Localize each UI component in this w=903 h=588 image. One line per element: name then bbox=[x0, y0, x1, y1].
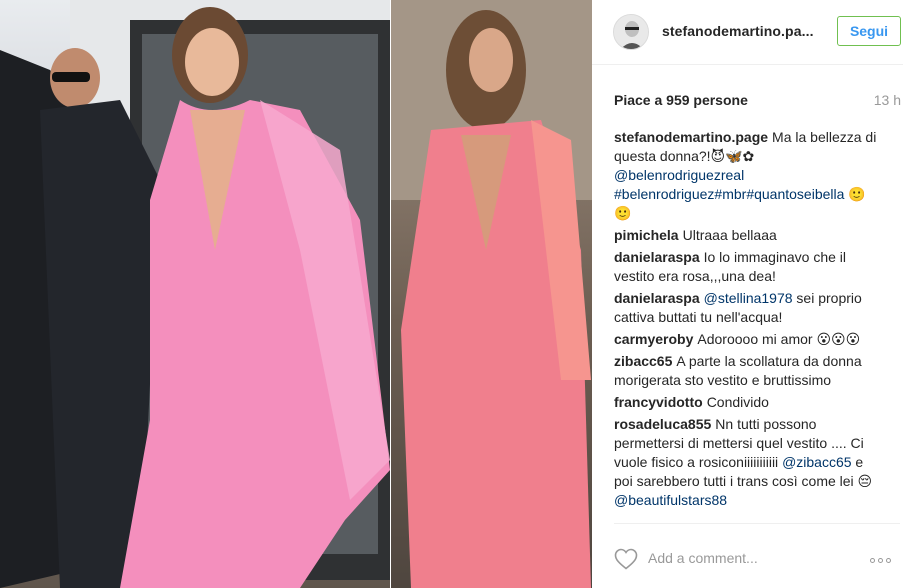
comment-text: Condivido bbox=[706, 394, 769, 410]
comment-item: zibacc65 A parte la scollatura da donna m… bbox=[614, 352, 879, 390]
comment-item: pimichela Ultraaa bellaaa bbox=[614, 226, 879, 245]
comment-link[interactable]: #mbr bbox=[714, 186, 746, 202]
comment-text: Adoroooo mi amor 😮😮😮 bbox=[697, 331, 861, 347]
post-sidebar: stefanodemartino.pa... Segui Piace a 959… bbox=[592, 0, 903, 588]
post-photo[interactable] bbox=[0, 0, 592, 588]
woman-face-right bbox=[469, 28, 513, 92]
comments-list: stefanodemartino.page Ma la bellezza di q… bbox=[614, 128, 879, 513]
comment-author[interactable]: rosadeluca855 bbox=[614, 416, 711, 432]
comment-author[interactable]: stefanodemartino.page bbox=[614, 129, 768, 145]
comment-author[interactable]: danielaraspa bbox=[614, 249, 700, 265]
comment-author[interactable]: danielaraspa bbox=[614, 290, 700, 306]
follow-button[interactable]: Segui bbox=[837, 16, 901, 46]
comment-link[interactable]: #belenrodriguez bbox=[614, 186, 714, 202]
comment-link[interactable]: @stellina1978 bbox=[704, 290, 793, 306]
comment-item: danielaraspa Io lo immaginavo che il vest… bbox=[614, 248, 879, 286]
likes-count[interactable]: Piace a 959 persone bbox=[614, 92, 748, 108]
photo-left-illustration bbox=[0, 0, 390, 588]
woman-face bbox=[185, 28, 239, 96]
comment-link[interactable]: @belenrodriguezreal bbox=[614, 167, 744, 183]
comment-item: francyvidotto Condivido bbox=[614, 393, 879, 412]
photo-left-panel bbox=[0, 0, 391, 588]
comment-link[interactable]: @beautifulstars88 bbox=[614, 492, 727, 508]
comment-link[interactable]: @zibacc65 bbox=[782, 454, 851, 470]
comment-item: stefanodemartino.page Ma la bellezza di q… bbox=[614, 128, 879, 223]
avatar-image bbox=[614, 15, 648, 49]
comment-composer bbox=[614, 523, 900, 588]
photo-right-illustration bbox=[391, 0, 592, 588]
post-meta: Piace a 959 persone 13 h bbox=[614, 92, 903, 110]
more-options-icon[interactable] bbox=[870, 550, 900, 566]
heart-icon[interactable] bbox=[614, 548, 638, 570]
comment-author[interactable]: zibacc65 bbox=[614, 353, 672, 369]
comment-author[interactable]: pimichela bbox=[614, 227, 679, 243]
comment-item: carmyeroby Adoroooo mi amor 😮😮😮 bbox=[614, 330, 879, 349]
comment-input[interactable] bbox=[648, 548, 848, 568]
comment-text: Ultraaa bellaaa bbox=[682, 227, 777, 243]
comment-author[interactable]: francyvidotto bbox=[614, 394, 703, 410]
sunglasses-icon bbox=[52, 72, 90, 82]
comment-author[interactable]: carmyeroby bbox=[614, 331, 693, 347]
avatar[interactable] bbox=[613, 14, 649, 50]
comment-item: danielaraspa @stellina1978 sei proprio ca… bbox=[614, 289, 879, 327]
comment-link[interactable]: #quantoseibella bbox=[746, 186, 844, 202]
comment-item: rosadeluca855 Nn tutti possono permetters… bbox=[614, 415, 879, 510]
post-header: stefanodemartino.pa... Segui bbox=[592, 0, 903, 65]
photo-right-panel bbox=[391, 0, 592, 588]
post-timestamp[interactable]: 13 h bbox=[874, 92, 901, 108]
post-username[interactable]: stefanodemartino.pa... bbox=[662, 23, 814, 39]
